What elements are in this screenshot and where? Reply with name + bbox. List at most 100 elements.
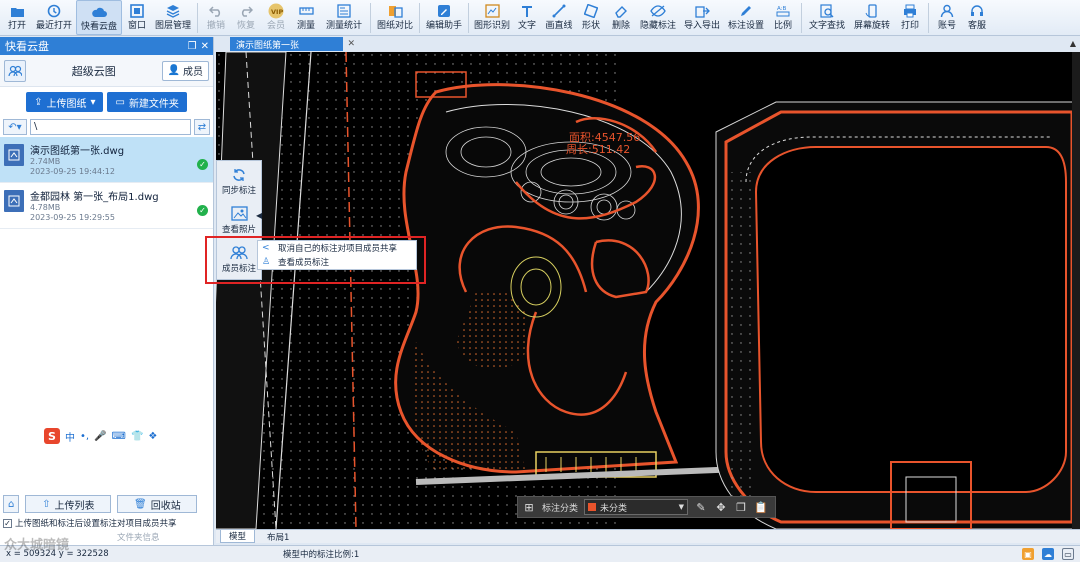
status-bar: x = 509324 y = 322528 模型中的标注比例:1 ▣ ☁ ▭ (0, 545, 1080, 562)
window-button[interactable]: 窗口 (122, 0, 152, 35)
tab-drawing[interactable]: 演示图纸第一张 ✕ (230, 37, 355, 51)
share-annotation-option[interactable]: ✓ 上传图纸和标注后设置标注对项目成员共享 (3, 517, 177, 529)
upload-icon: ⇪ (34, 96, 43, 108)
scale-icon: A:B (775, 3, 791, 19)
upload-list-button[interactable]: ⇧ 上传列表 (25, 495, 112, 513)
close-tab-icon[interactable]: ✕ (347, 39, 355, 49)
move-icon[interactable]: ✥ (714, 500, 728, 514)
skin-icon[interactable]: 👕 (131, 431, 143, 442)
cad-canvas[interactable]: 面积:4547.56 周长:511.42 (216, 52, 1080, 529)
folder-plus-icon: ▭ (115, 96, 125, 108)
team-button[interactable] (4, 59, 26, 82)
share-annotation-checkbox[interactable]: ✓ (3, 518, 12, 528)
microphone-icon[interactable]: 🎤 (94, 431, 106, 442)
customer-service-button[interactable]: 客服 (962, 0, 992, 35)
home-button[interactable]: ⌂ (3, 495, 20, 513)
category-select[interactable]: 未分类 ▼ (584, 499, 689, 515)
toolbar-divider (928, 3, 929, 33)
vertical-scrollbar[interactable] (1072, 52, 1080, 529)
back-icon: ↶▾ (8, 121, 22, 133)
annotation-filter-bar: ⊞ 标注分类 未分类 ▼ ✎ ✥ ❐ 📋 (517, 496, 776, 518)
restore-icon[interactable]: ❐ (188, 41, 197, 52)
filter-label: 标注分类 (542, 503, 579, 514)
cloud-disk-button[interactable]: 快看云盘 (76, 0, 122, 35)
file-name: 金都园林 第一张_布局1.dwg (30, 192, 159, 203)
recycle-bin-button[interactable]: 🗑 回收站 (117, 495, 198, 513)
ruler-icon (298, 3, 314, 19)
eraser-icon (613, 3, 629, 19)
hide-annotation-button[interactable]: 隐藏标注 (636, 0, 680, 35)
measure-stats-button[interactable]: 测量统计 (321, 0, 367, 35)
print-button[interactable]: 打印 (895, 0, 925, 35)
edit-assistant-icon (436, 3, 452, 19)
ime-mode-label[interactable]: 中 (65, 429, 75, 444)
undo-button[interactable]: 撤销 (201, 0, 231, 35)
delete-button[interactable]: 删除 (606, 0, 636, 35)
trash-icon: 🗑 (134, 498, 147, 510)
path-input[interactable]: \ (30, 119, 191, 135)
panel-bottom-actions: ⌂ ⇧ 上传列表 🗑 回收站 (0, 494, 214, 514)
new-folder-button[interactable]: ▭ 新建文件夹 (107, 92, 187, 112)
toolbar-divider (197, 3, 198, 33)
layers-icon (165, 3, 181, 19)
measure-button[interactable]: 测量 (291, 0, 321, 35)
edit-assistant-button[interactable]: 编辑助手 (423, 0, 465, 35)
file-item[interactable]: 金都园林 第一张_布局1.dwg 4.78MB 2023-09-25 19:29… (0, 183, 213, 229)
sync-icon (230, 166, 248, 184)
redo-button[interactable]: 恢复 (231, 0, 261, 35)
chevron-down-icon: ▼ (678, 503, 685, 511)
member-button[interactable]: 👤 成员 (161, 60, 209, 81)
sogou-icon[interactable]: S (44, 428, 60, 444)
upload-drawing-button[interactable]: ⇪ 上传图纸 ▾ (26, 92, 104, 112)
layer-manager-button[interactable]: 图层管理 (152, 0, 194, 35)
copy-icon[interactable]: ❐ (734, 500, 748, 514)
back-button[interactable]: ↶▾ (3, 119, 27, 135)
text-search-button[interactable]: 文字查找 (805, 0, 849, 35)
sync-annotation-button[interactable]: 同步标注 (217, 161, 261, 200)
scroll-up-icon[interactable]: ▲ (1070, 39, 1076, 48)
recent-button[interactable]: 最近打开 (32, 0, 76, 35)
file-item[interactable]: 演示图纸第一张.dwg 2.74MB 2023-09-25 19:44:12 ✓ (0, 137, 213, 183)
screen-rotate-button[interactable]: 屏幕旋转 (849, 0, 895, 35)
grid-icon[interactable]: ❖ (148, 431, 157, 442)
grid-view-icon[interactable]: ⊞ (522, 500, 536, 514)
tab-model[interactable]: 模型 (220, 530, 256, 543)
compare-button[interactable]: 图纸对比 (374, 0, 416, 35)
status-icons: ▣ ☁ ▭ (1022, 548, 1074, 560)
chevron-down-icon: ▾ (90, 96, 96, 108)
cloud-status-icon[interactable]: ☁ (1042, 548, 1054, 560)
draw-line-button[interactable]: 画直线 (542, 0, 576, 35)
toolbar-divider (370, 3, 371, 33)
scale-button[interactable]: A:B 比例 (768, 0, 798, 35)
cad-drawing: 面积:4547.56 周长:511.42 (216, 52, 1080, 529)
shape-recognize-button[interactable]: 图形识别 (472, 0, 512, 35)
fullscreen-icon[interactable]: ▭ (1062, 548, 1074, 560)
edit-icon[interactable]: ✎ (694, 500, 708, 514)
shape-icon (583, 3, 599, 19)
file-date: 2023-09-25 19:44:12 (30, 167, 115, 176)
text-button[interactable]: 文字 (512, 0, 542, 35)
open-button[interactable]: 打开 (2, 0, 32, 35)
snap-icon[interactable]: ▣ (1022, 548, 1034, 560)
svg-text:VIP: VIP (271, 8, 283, 16)
refresh-icon: ⇄ (197, 121, 207, 133)
keyboard-icon[interactable]: ⌨ (112, 431, 126, 442)
refresh-button[interactable]: ⇄ (194, 119, 210, 135)
paste-icon[interactable]: 📋 (754, 500, 768, 514)
toolbar-divider (419, 3, 420, 33)
rotate-icon (864, 3, 880, 19)
import-export-button[interactable]: 导入导出 (680, 0, 724, 35)
import-export-icon (694, 3, 710, 19)
account-button[interactable]: 账号 (932, 0, 962, 35)
file-size: 2.74MB (30, 157, 61, 166)
tab-layout1[interactable]: 布局1 (259, 530, 297, 543)
close-icon[interactable]: ✕ (201, 41, 209, 52)
upload-actions: ⇪ 上传图纸 ▾ ▭ 新建文件夹 (0, 87, 213, 117)
collapse-arrow-icon[interactable]: ◀ (256, 211, 262, 220)
vip-button[interactable]: VIP 会员 (261, 0, 291, 35)
highlight-box (205, 236, 426, 284)
annotation-settings-button[interactable]: 标注设置 (724, 0, 768, 35)
view-photos-button[interactable]: 查看照片 (217, 200, 261, 239)
punctuation-icon[interactable]: •, (80, 431, 89, 442)
shape-button[interactable]: 形状 (576, 0, 606, 35)
